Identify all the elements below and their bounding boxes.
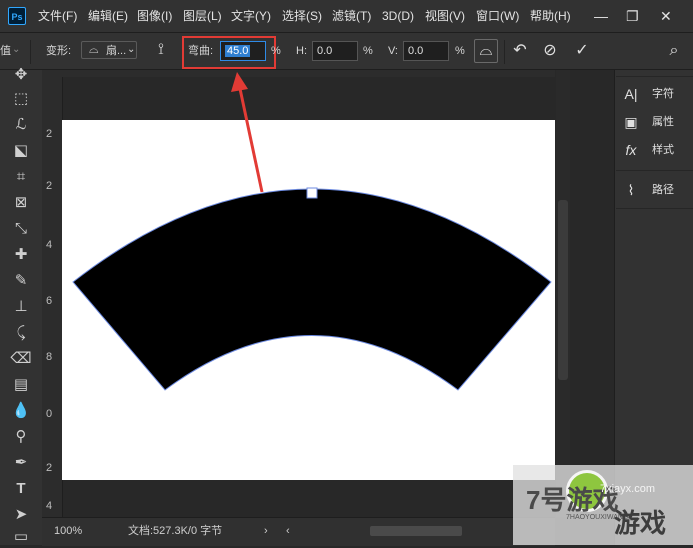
vertical-scroll-thumb[interactable] (558, 200, 568, 380)
horizontal-scroll-thumb[interactable] (370, 526, 462, 536)
watermark-site: 7xiayx.com (600, 483, 656, 495)
bend-handle (306, 187, 318, 199)
paths-icon: ⌇ (627, 182, 635, 198)
panel-paths[interactable]: ⌇ 路径 (620, 178, 690, 202)
scroll-left-icon[interactable]: ‹ (286, 525, 290, 538)
document-info: 文档:527.3K/0 字节 (128, 525, 223, 537)
status-menu-arrow-icon[interactable]: › (264, 525, 268, 538)
panel-properties[interactable]: ▣ 属性 (620, 110, 690, 134)
panel-styles[interactable]: fx 样式 (620, 138, 690, 162)
panel-separator (616, 170, 693, 171)
watermark-game: 游戏 (614, 508, 667, 538)
status-bar (42, 517, 555, 546)
fx-icon: fx (625, 142, 637, 158)
panel-label: 字符 (652, 88, 674, 100)
panel-separator (616, 76, 693, 77)
panel-character[interactable]: A| 字符 (620, 82, 690, 106)
panel-separator (616, 208, 693, 209)
annotation-arrow (237, 83, 264, 193)
panel-label: 样式 (652, 144, 674, 156)
panel-label: 属性 (652, 116, 674, 128)
fan-shape (72, 188, 552, 391)
character-icon: A| (624, 86, 638, 102)
annotation-arrowhead (231, 72, 248, 92)
panel-label: 路径 (652, 184, 674, 196)
properties-icon: ▣ (624, 114, 638, 130)
zoom-level[interactable]: 100% (54, 525, 82, 538)
